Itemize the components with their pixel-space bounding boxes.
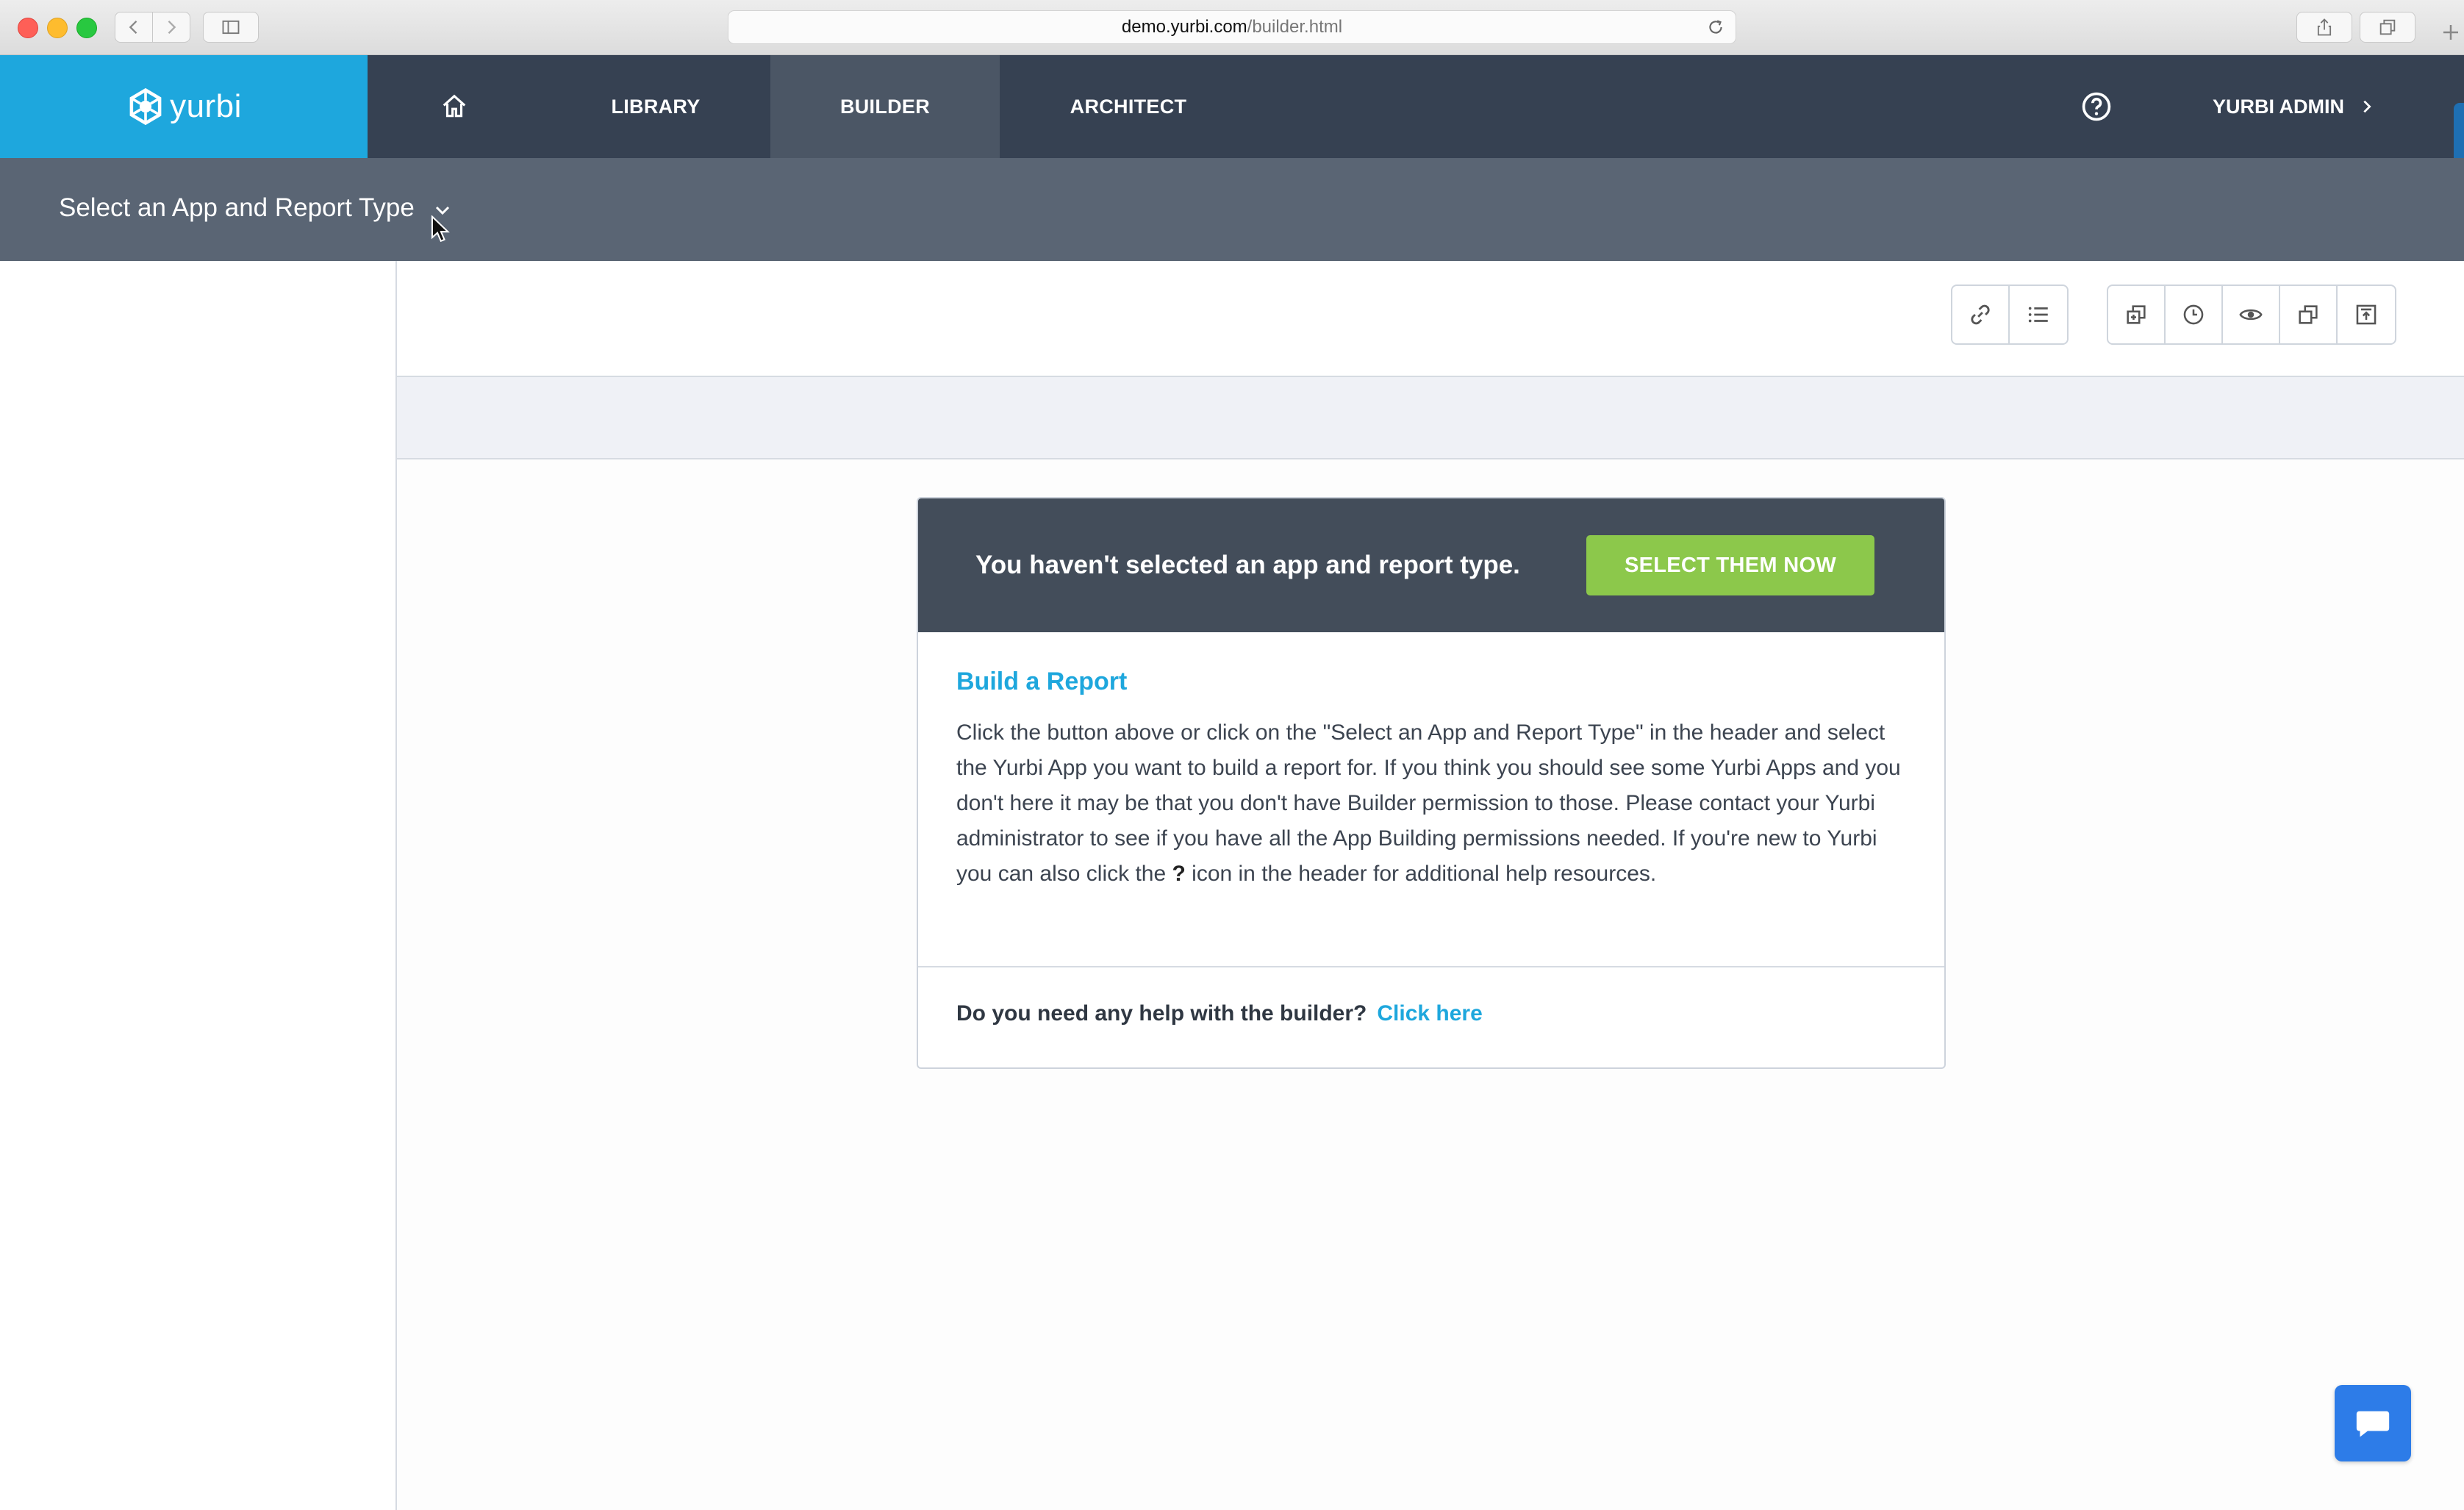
export-button[interactable] — [2338, 286, 2395, 343]
eye-icon — [2239, 309, 2263, 321]
add-layer-icon — [2127, 305, 2146, 324]
address-bar[interactable]: demo.yurbi.com/builder.html — [728, 10, 1736, 44]
description-part2: icon in the header for additional help r… — [1185, 862, 1657, 886]
chat-launcher[interactable] — [2335, 1385, 2411, 1461]
nav-library[interactable]: LIBRARY — [541, 55, 770, 158]
help-question-text: Do you need any help with the builder? — [956, 1001, 1367, 1026]
card-title: Build a Report — [956, 668, 1128, 695]
nav-builder[interactable]: BUILDER — [770, 55, 1000, 158]
builder-toolbar — [397, 261, 2464, 377]
tabs-icon — [2379, 19, 2396, 35]
card-header: You haven't selected an app and report t… — [918, 498, 1944, 632]
logo-text: yurbi — [170, 88, 242, 124]
back-button[interactable] — [115, 12, 153, 43]
nav-builder-label: BUILDER — [839, 95, 931, 118]
nav-library-label: LIBRARY — [611, 95, 701, 118]
plus-icon — [2443, 25, 2458, 40]
selector-label: Select an App and Report Type — [59, 193, 415, 222]
share-icon — [2317, 18, 2332, 36]
yurbi-logo[interactable]: yurbi — [0, 55, 368, 158]
preview-button[interactable] — [2223, 286, 2280, 343]
user-name: YURBI ADMIN — [2213, 95, 2344, 118]
builder-left-panel — [0, 261, 397, 1510]
sidebar-toggle-button[interactable] — [203, 12, 259, 43]
click-here-link[interactable]: Click here — [1377, 1001, 1482, 1026]
url-domain: demo.yurbi.com — [1121, 17, 1247, 37]
duplicate-button[interactable] — [2280, 286, 2338, 343]
add-widget-button[interactable] — [2108, 286, 2166, 343]
card-description: Click the button above or click on the "… — [956, 715, 1909, 892]
user-menu[interactable]: YURBI ADMIN — [2213, 55, 2375, 158]
link-icon — [1971, 304, 1990, 325]
clock-icon — [2183, 304, 2204, 325]
browser-toolbar: demo.yurbi.com/builder.html — [0, 0, 2464, 55]
close-window-button[interactable] — [18, 18, 38, 38]
url-path: /builder.html — [1247, 17, 1343, 37]
help-symbol: ? — [1172, 862, 1186, 886]
nav-architect[interactable]: ARCHITECT — [1000, 55, 1257, 158]
minimize-window-button[interactable] — [47, 18, 68, 38]
toolbar-group-right — [2107, 285, 2396, 345]
select-them-now-button[interactable]: SELECT THEM NOW — [1586, 535, 1874, 595]
card-footer: Do you need any help with the builder? Cl… — [918, 966, 1944, 1067]
reload-icon[interactable] — [1706, 18, 1725, 37]
link-button[interactable] — [1952, 286, 2010, 343]
main-navigation: yurbi LIBRARY BUILDER ARCHITECT YURBI AD… — [0, 55, 2464, 323]
filter-band — [397, 377, 2464, 459]
nav-architect-label: ARCHITECT — [1070, 95, 1187, 118]
chat-bubble-icon — [2356, 1411, 2390, 1437]
zoom-window-button[interactable] — [76, 18, 97, 38]
mouse-cursor-icon — [431, 215, 450, 243]
no-selection-card: You haven't selected an app and report t… — [917, 497, 1946, 1069]
report-selector-bar: Select an App and Report Type — [0, 158, 2464, 261]
toolbar-group-left — [1951, 285, 2069, 345]
help-icon[interactable] — [2080, 90, 2113, 123]
list-icon — [2028, 307, 2048, 323]
copy-icon — [2299, 305, 2318, 324]
no-selection-message: You haven't selected an app and report t… — [975, 551, 1520, 579]
new-tab-button[interactable] — [2438, 18, 2464, 47]
schedule-button[interactable] — [2166, 286, 2223, 343]
list-button[interactable] — [2010, 286, 2067, 343]
card-body: Build a Report Click the button above or… — [956, 668, 1909, 892]
chevron-right-icon — [2363, 100, 2371, 113]
chevron-right-icon — [168, 21, 176, 34]
sidebar-icon — [222, 20, 240, 35]
yurbi-logo-icon — [129, 87, 162, 126]
upload-icon — [2356, 304, 2377, 325]
home-icon — [443, 94, 466, 118]
help-question: Do you need any help with the builder? Cl… — [956, 1001, 1483, 1026]
nav-home[interactable] — [368, 55, 541, 158]
forward-button[interactable] — [152, 12, 190, 43]
share-button[interactable] — [2296, 12, 2352, 43]
chevron-left-icon — [129, 21, 137, 34]
tabs-overview-button[interactable] — [2360, 12, 2415, 43]
app-report-type-selector[interactable]: Select an App and Report Type — [59, 193, 451, 223]
